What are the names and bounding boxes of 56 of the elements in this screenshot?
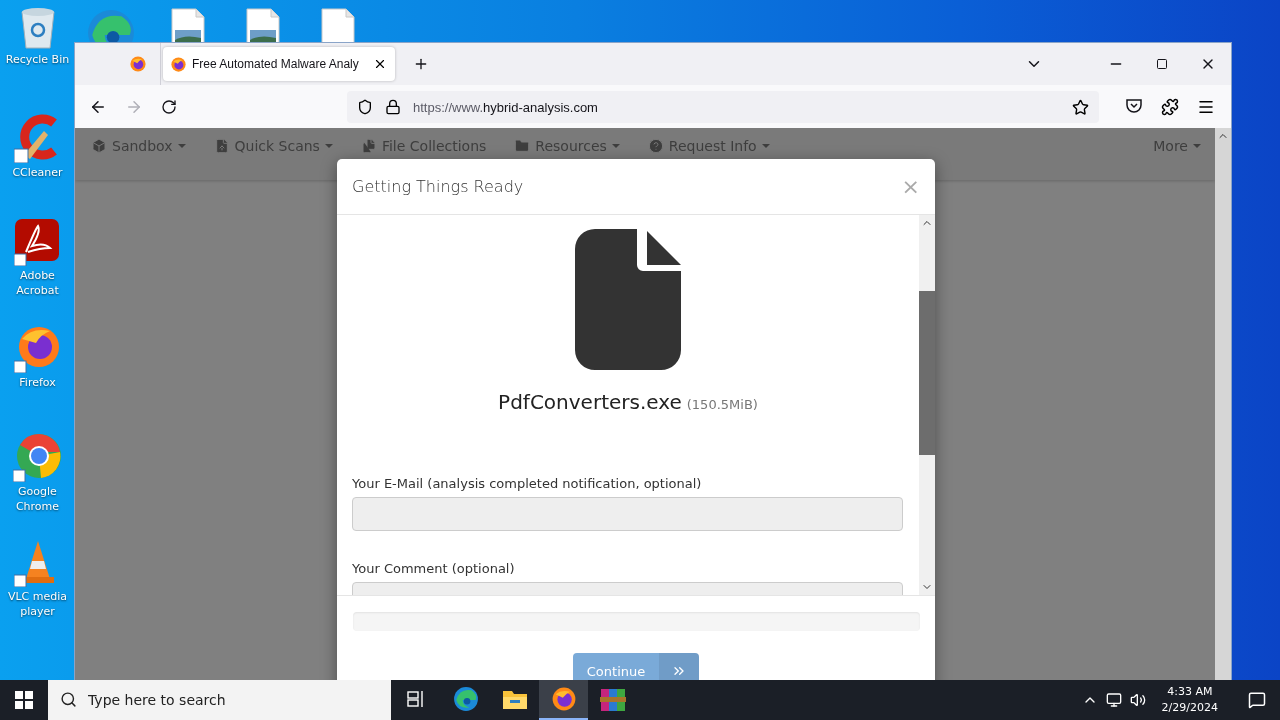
- desktop-icon-label[interactable]: Recycle Bin: [1, 52, 74, 67]
- reload-icon[interactable]: [161, 98, 177, 115]
- nav-menu-item[interactable]: File Collections: [360, 138, 487, 154]
- desktop-icon-label[interactable]: CCleaner: [1, 165, 74, 180]
- field-label: Your E-Mail (analysis completed notification, optional): [352, 476, 703, 491]
- close-button[interactable]: ×: [901, 175, 920, 198]
- file-icon: [575, 229, 681, 370]
- volume-icon[interactable]: [1129, 692, 1146, 708]
- nav-item-icon: [360, 138, 377, 154]
- network-icon[interactable]: [1105, 692, 1122, 708]
- field-label: Your Comment (optional): [352, 561, 516, 576]
- nav-item-icon: [647, 138, 664, 154]
- shield-icon[interactable]: [357, 99, 373, 115]
- lock-icon[interactable]: [385, 99, 401, 115]
- nav-menu-item[interactable]: Quick Scans: [213, 138, 333, 154]
- new-tab-icon[interactable]: [413, 56, 429, 72]
- dialog-title: Getting Things Ready: [352, 177, 525, 196]
- tab-title: Free Automated Malware Analy: [192, 57, 360, 71]
- notifications-icon[interactable]: [1248, 691, 1266, 709]
- acrobat-icon: [13, 218, 62, 266]
- desktop-icon-label[interactable]: VLC media player: [1, 589, 74, 619]
- nav-item-icon: [213, 138, 230, 154]
- nav-menu-item[interactable]: Sandbox: [91, 138, 186, 154]
- desktop-icon-label[interactable]: Firefox: [1, 375, 74, 390]
- tab-favicon-icon: [171, 56, 186, 72]
- nav-menu-item[interactable]: Request Info: [647, 138, 770, 154]
- extensions-icon[interactable]: [1161, 97, 1179, 116]
- maximize-icon[interactable]: [1156, 58, 1168, 70]
- file-name: PdfConverters.exe: [498, 390, 682, 414]
- dialog-scrollbar[interactable]: [919, 215, 935, 595]
- firefox-view-icon: [130, 56, 146, 72]
- archive-icon[interactable]: [599, 686, 626, 712]
- nav-item-icon: [91, 138, 107, 154]
- bookmark-star-icon[interactable]: [1072, 98, 1089, 116]
- more-menu[interactable]: More: [1153, 138, 1201, 154]
- file-size: (150.5MiB): [686, 397, 758, 412]
- search-icon: [60, 691, 77, 708]
- desktop-icon-label[interactable]: Google Chrome: [1, 484, 74, 514]
- close-icon[interactable]: [373, 57, 387, 71]
- folder-icon[interactable]: [501, 688, 528, 710]
- clock[interactable]: 4:33 AM 2/29/2024: [1153, 684, 1226, 716]
- firefox-icon: [551, 687, 576, 711]
- taskbar-app[interactable]: [539, 680, 588, 720]
- pocket-icon[interactable]: [1125, 97, 1143, 114]
- edge-icon: [452, 686, 479, 712]
- page-scrollbar[interactable]: [1215, 128, 1231, 680]
- url-text: https://www.hybrid-analysis.com: [413, 99, 599, 115]
- nav-menu-item[interactable]: Resources: [514, 138, 620, 154]
- address-bar[interactable]: https://www.hybrid-analysis.com: [347, 91, 1099, 123]
- firefox-icon: [13, 325, 62, 373]
- input-field[interactable]: [352, 497, 903, 531]
- chrome-icon: [12, 432, 63, 482]
- search-field[interactable]: Type here to search: [48, 680, 391, 720]
- windows-logo-icon: [15, 691, 33, 709]
- nav-item-icon: [514, 138, 531, 154]
- desktop-icon-label[interactable]: Adobe Acrobat: [1, 268, 74, 298]
